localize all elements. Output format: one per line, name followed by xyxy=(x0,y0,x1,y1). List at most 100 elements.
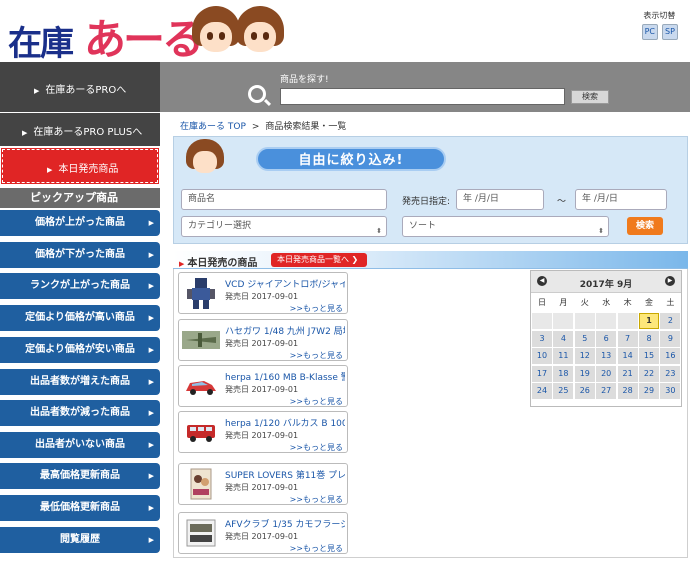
product-card[interactable]: VCD ジャイアントロボ/ジャイアン 発売日 2017-09-01 >>もっと見… xyxy=(178,272,348,314)
today-section-title: ▶ 本日発売の商品 xyxy=(179,254,257,269)
next-month-icon[interactable]: ▶ xyxy=(665,276,675,286)
calendar-day[interactable]: 30 xyxy=(660,383,681,400)
calendar-day[interactable]: 3 xyxy=(532,330,552,347)
sidebar-item-sellers-increased[interactable]: 出品者数が増えた商品 ▶ xyxy=(0,369,160,395)
calendar-day[interactable]: 2 xyxy=(660,313,681,329)
sidebar-today-link[interactable]: ▶ 本日発売商品 xyxy=(1,148,159,184)
calendar-day[interactable]: 26 xyxy=(574,383,595,400)
product-card[interactable]: herpa 1/160 MB B-Klasse 警 発売日 2017-09-01… xyxy=(178,365,348,407)
product-card[interactable]: AFVクラブ 1/35 カモフラージュ 発売日 2017-09-01 >>もっと… xyxy=(178,512,348,554)
calendar-day-empty xyxy=(532,313,552,329)
calendar-day[interactable]: 17 xyxy=(532,365,552,382)
logo-text-accent: あーる xyxy=(84,15,204,64)
sp-view-button[interactable]: SP xyxy=(662,24,678,40)
product-name-link[interactable]: ハセガワ 1/48 九州 J7W2 局地 xyxy=(225,324,345,337)
logo-text-main: 在庫 xyxy=(8,24,74,64)
sidebar-pro-link[interactable]: ▶ 在庫あーるPROへ xyxy=(0,62,160,112)
arrow-right-icon: ▶ xyxy=(34,87,40,95)
product-name-input[interactable]: 商品名 xyxy=(181,189,387,210)
search-icon xyxy=(248,85,266,103)
calendar-day[interactable]: 11 xyxy=(553,348,574,365)
calendar-day[interactable]: 6 xyxy=(596,330,617,347)
sort-select-value: ソート xyxy=(409,221,437,231)
sidebar-item-sellers-decreased[interactable]: 出品者数が減った商品 ▶ xyxy=(0,400,160,426)
display-switch: 表示切替 PC SP xyxy=(641,10,678,40)
calendar-day[interactable]: 16 xyxy=(660,348,681,365)
calendar-day[interactable]: 13 xyxy=(596,348,617,365)
product-card[interactable]: ハセガワ 1/48 九州 J7W2 局地 発売日 2017-09-01 >>もっ… xyxy=(178,319,348,361)
sidebar-item-no-sellers[interactable]: 出品者がいない商品 ▶ xyxy=(0,432,160,458)
breadcrumb-top-link[interactable]: 在庫あーる TOP xyxy=(180,122,246,132)
product-more-link[interactable]: >>もっと見る xyxy=(290,350,343,361)
product-release-date: 発売日 2017-09-01 xyxy=(225,431,299,440)
calendar-day[interactable]: 4 xyxy=(553,330,574,347)
sidebar-item-label: 出品者数が減った商品 xyxy=(30,407,130,418)
calendar-day[interactable]: 7 xyxy=(617,330,638,347)
search-input[interactable] xyxy=(280,88,565,105)
calendar-header: 2017年 9月 ◀ ▶ xyxy=(531,271,681,293)
sidebar-item-rank-up[interactable]: ランクが上がった商品 ▶ xyxy=(0,273,160,299)
calendar-day[interactable]: 25 xyxy=(553,383,574,400)
calendar-day[interactable]: 22 xyxy=(639,365,659,382)
filter-search-button[interactable]: 検索 xyxy=(627,217,663,235)
search-button[interactable]: 検索 xyxy=(571,90,609,104)
product-thumbnail-robot xyxy=(187,278,215,309)
calendar-day[interactable]: 18 xyxy=(553,365,574,382)
calendar-day[interactable]: 29 xyxy=(639,383,659,400)
date-to-input[interactable]: 年 /月/日 xyxy=(575,189,667,210)
sidebar-item-highest-price[interactable]: 最高価格更新商品 ▶ xyxy=(0,463,160,489)
filter-panel: 自由に絞り込み! 商品名 発売日指定: 年 /月/日 〜 年 /月/日 カテゴリ… xyxy=(173,136,688,244)
pc-view-button[interactable]: PC xyxy=(641,24,658,40)
sidebar-item-below-list-price[interactable]: 定価より価格が安い商品 ▶ xyxy=(0,337,160,363)
calendar-day[interactable]: 15 xyxy=(639,348,659,365)
product-name-link[interactable]: SUPER LOVERS 第11巻 プレミ xyxy=(225,468,345,481)
product-name-link[interactable]: herpa 1/120 バルカス B 1000 xyxy=(225,416,345,429)
calendar-day[interactable]: 19 xyxy=(574,365,595,382)
calendar-day[interactable]: 9 xyxy=(660,330,681,347)
sidebar-item-history[interactable]: 閲覧履歴 ▶ xyxy=(0,527,160,553)
product-card[interactable]: SUPER LOVERS 第11巻 プレミ 発売日 2017-09-01 >>も… xyxy=(178,463,348,505)
calendar-day[interactable]: 21 xyxy=(617,365,638,382)
sidebar-item-label: 出品者数が増えた商品 xyxy=(30,376,130,387)
site-logo[interactable]: 在庫 あーる xyxy=(4,4,304,64)
sidebar-item-above-list-price[interactable]: 定価より価格が高い商品 ▶ xyxy=(0,305,160,331)
sidebar-item-price-down[interactable]: 価格が下がった商品 ▶ xyxy=(0,242,160,268)
product-more-link[interactable]: >>もっと見る xyxy=(290,303,343,314)
product-name-link[interactable]: AFVクラブ 1/35 カモフラージュ xyxy=(225,517,345,530)
prev-month-icon[interactable]: ◀ xyxy=(537,276,547,286)
category-select-value: カテゴリー選択 xyxy=(188,221,252,231)
calendar-weekday: 日 xyxy=(538,298,546,307)
calendar-day[interactable]: 20 xyxy=(596,365,617,382)
calendar-weekday: 水 xyxy=(602,298,611,307)
calendar-day[interactable]: 8 xyxy=(639,330,659,347)
chevron-updown-icon: ⬍ xyxy=(376,227,382,235)
calendar-day[interactable]: 10 xyxy=(532,348,552,365)
product-release-date: 発売日 2017-09-01 xyxy=(225,292,299,301)
calendar-day[interactable]: 28 xyxy=(617,383,638,400)
category-select[interactable]: カテゴリー選択 ⬍ xyxy=(181,216,387,237)
product-more-link[interactable]: >>もっと見る xyxy=(290,442,343,453)
calendar-day[interactable]: 5 xyxy=(574,330,595,347)
date-from-input[interactable]: 年 /月/日 xyxy=(456,189,544,210)
product-name-link[interactable]: herpa 1/160 MB B-Klasse 警 xyxy=(225,370,345,383)
sidebar-item-price-up[interactable]: 価格が上がった商品 ▶ xyxy=(0,210,160,236)
calendar-day[interactable]: 12 xyxy=(574,348,595,365)
calendar-day[interactable]: 23 xyxy=(660,365,681,382)
calendar-day-today[interactable]: 1 xyxy=(639,313,659,329)
product-more-link[interactable]: >>もっと見る xyxy=(290,543,343,554)
calendar-day[interactable]: 14 xyxy=(617,348,638,365)
date-range-tilde: 〜 xyxy=(557,197,567,207)
product-more-link[interactable]: >>もっと見る xyxy=(290,494,343,505)
calendar-day[interactable]: 27 xyxy=(596,383,617,400)
sidebar-pro-plus-link[interactable]: ▶ 在庫あーるPRO PLUSへ xyxy=(0,113,160,146)
sidebar-item-lowest-price[interactable]: 最低価格更新商品 ▶ xyxy=(0,495,160,521)
product-name-link[interactable]: VCD ジャイアントロボ/ジャイアン xyxy=(225,277,345,290)
product-thumbnail-car xyxy=(186,381,216,395)
sidebar-today-label: 本日発売商品 xyxy=(58,164,119,175)
sort-select[interactable]: ソート ⬍ xyxy=(402,216,609,237)
product-card[interactable]: herpa 1/120 バルカス B 1000 発売日 2017-09-01 >… xyxy=(178,411,348,453)
calendar-day[interactable]: 24 xyxy=(532,383,552,400)
product-more-link[interactable]: >>もっと見る xyxy=(290,396,343,407)
today-list-link[interactable]: 本日発売商品一覧へ ❯ xyxy=(271,253,367,267)
arrow-right-icon: ▶ xyxy=(148,251,154,259)
